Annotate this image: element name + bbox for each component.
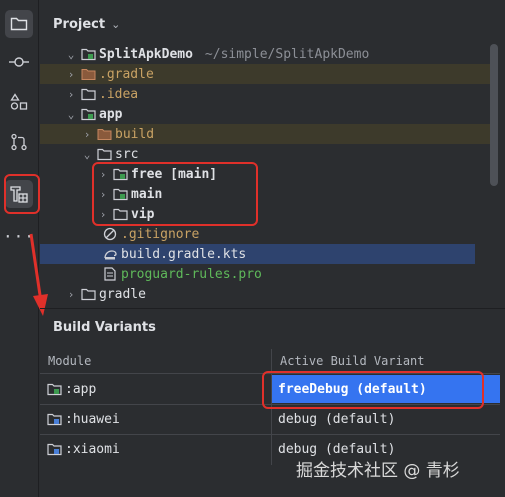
tree-label: .gitignore [121, 226, 200, 242]
tree-item-gradle-cache[interactable]: › .gradle [40, 64, 491, 84]
project-tree: ⌄ SplitApkDemo ~/simple/SplitApkDemo › .… [40, 44, 505, 306]
tree-label: SplitApkDemo [99, 46, 193, 62]
tree-scrollbar[interactable] [490, 44, 498, 186]
tree-item-main[interactable]: › main [40, 184, 491, 204]
chevron-right-icon[interactable]: › [96, 168, 110, 181]
source-set-folder-icon [112, 186, 128, 202]
ignore-file-icon [102, 226, 118, 242]
panel-divider[interactable] [40, 308, 505, 309]
tree-label: src [115, 146, 139, 162]
folder-icon [10, 16, 28, 32]
chevron-right-icon[interactable]: › [64, 68, 78, 81]
folder-icon [112, 206, 128, 222]
module-name: :app [65, 381, 97, 397]
build-variants-icon [9, 184, 29, 204]
folder-icon [80, 66, 96, 82]
build-variants-title: Build Variants [53, 320, 156, 335]
tree-item-src[interactable]: ⌄ src [40, 144, 491, 164]
structure-icon [10, 93, 28, 111]
build-variants-tool-button[interactable] [5, 180, 33, 208]
tree-item-root[interactable]: ⌄ SplitApkDemo ~/simple/SplitApkDemo [40, 44, 491, 64]
module-name: :xiaomi [65, 441, 120, 457]
tree-item-gradle[interactable]: › gradle [40, 284, 491, 304]
chevron-down-icon[interactable]: ⌄ [64, 48, 78, 61]
tree-item-app[interactable]: ⌄ app [40, 104, 491, 124]
tree-item-idea[interactable]: › .idea [40, 84, 491, 104]
pull-request-icon [10, 133, 28, 151]
tree-item-vip[interactable]: › vip [40, 204, 491, 224]
tree-label: .idea [99, 86, 139, 102]
module-folder-icon [80, 46, 96, 62]
tree-item-gitignore[interactable]: .gitignore [40, 224, 491, 244]
watermark: 掘金技术社区 @ 青杉 [296, 461, 460, 481]
tree-label: vip [131, 206, 155, 222]
chevron-down-icon: ⌄ [111, 17, 121, 31]
text-file-icon [102, 266, 118, 282]
variant-selector[interactable]: debug (default) [272, 405, 500, 433]
android-module-icon [46, 411, 62, 427]
tree-item-proguard[interactable]: proguard-rules.pro [40, 264, 491, 284]
folder-icon [80, 86, 96, 102]
module-name: :huawei [65, 411, 120, 427]
chevron-down-icon[interactable]: ⌄ [80, 148, 94, 161]
source-set-folder-icon [112, 166, 128, 182]
chevron-right-icon[interactable]: › [64, 288, 78, 301]
project-path: ~/simple/SplitApkDemo [204, 46, 370, 62]
header-divider [40, 373, 500, 374]
chevron-down-icon[interactable]: ⌄ [64, 108, 78, 121]
tree-item-build[interactable]: › build [40, 124, 491, 144]
tree-label: build.gradle.kts [121, 246, 247, 262]
folder-icon [96, 126, 112, 142]
chevron-right-icon[interactable]: › [64, 88, 78, 101]
project-view-header[interactable]: Project ⌄ [53, 14, 120, 34]
tree-label: free [main] [131, 166, 218, 182]
build-variants-table: Module Active Build Variant :app freeDeb… [40, 349, 505, 469]
chevron-right-icon[interactable]: › [96, 208, 110, 221]
pull-requests-tool-button[interactable] [5, 128, 33, 156]
table-row[interactable]: :huawei debug (default) [40, 405, 502, 433]
module-folder-icon [80, 106, 96, 122]
chevron-right-icon[interactable]: › [80, 128, 94, 141]
tree-label: proguard-rules.pro [121, 266, 262, 282]
project-tool-button[interactable] [5, 10, 33, 38]
commit-icon [9, 56, 29, 68]
column-header-module[interactable]: Module [48, 349, 91, 373]
android-module-icon [46, 441, 62, 457]
tree-label: main [131, 186, 163, 202]
table-row[interactable]: :app freeDebug (default) [40, 375, 502, 403]
column-header-active-variant[interactable]: Active Build Variant [280, 349, 425, 373]
folder-icon [96, 146, 112, 162]
tree-label: build [115, 126, 155, 142]
tree-item-build-gradle[interactable]: build.gradle.kts [40, 244, 475, 264]
tree-label: gradle [99, 286, 146, 302]
variant-selector[interactable]: freeDebug (default) [272, 375, 500, 403]
folder-icon [80, 286, 96, 302]
commit-tool-button[interactable] [5, 48, 33, 76]
structure-tool-button[interactable] [5, 88, 33, 116]
chevron-right-icon[interactable]: › [96, 188, 110, 201]
project-title: Project [53, 16, 106, 32]
tree-item-free[interactable]: › free [main] [40, 164, 491, 184]
tree-label: .gradle [99, 66, 154, 82]
tree-label: app [99, 106, 123, 122]
gradle-file-icon [102, 246, 118, 262]
module-folder-icon [46, 381, 62, 397]
